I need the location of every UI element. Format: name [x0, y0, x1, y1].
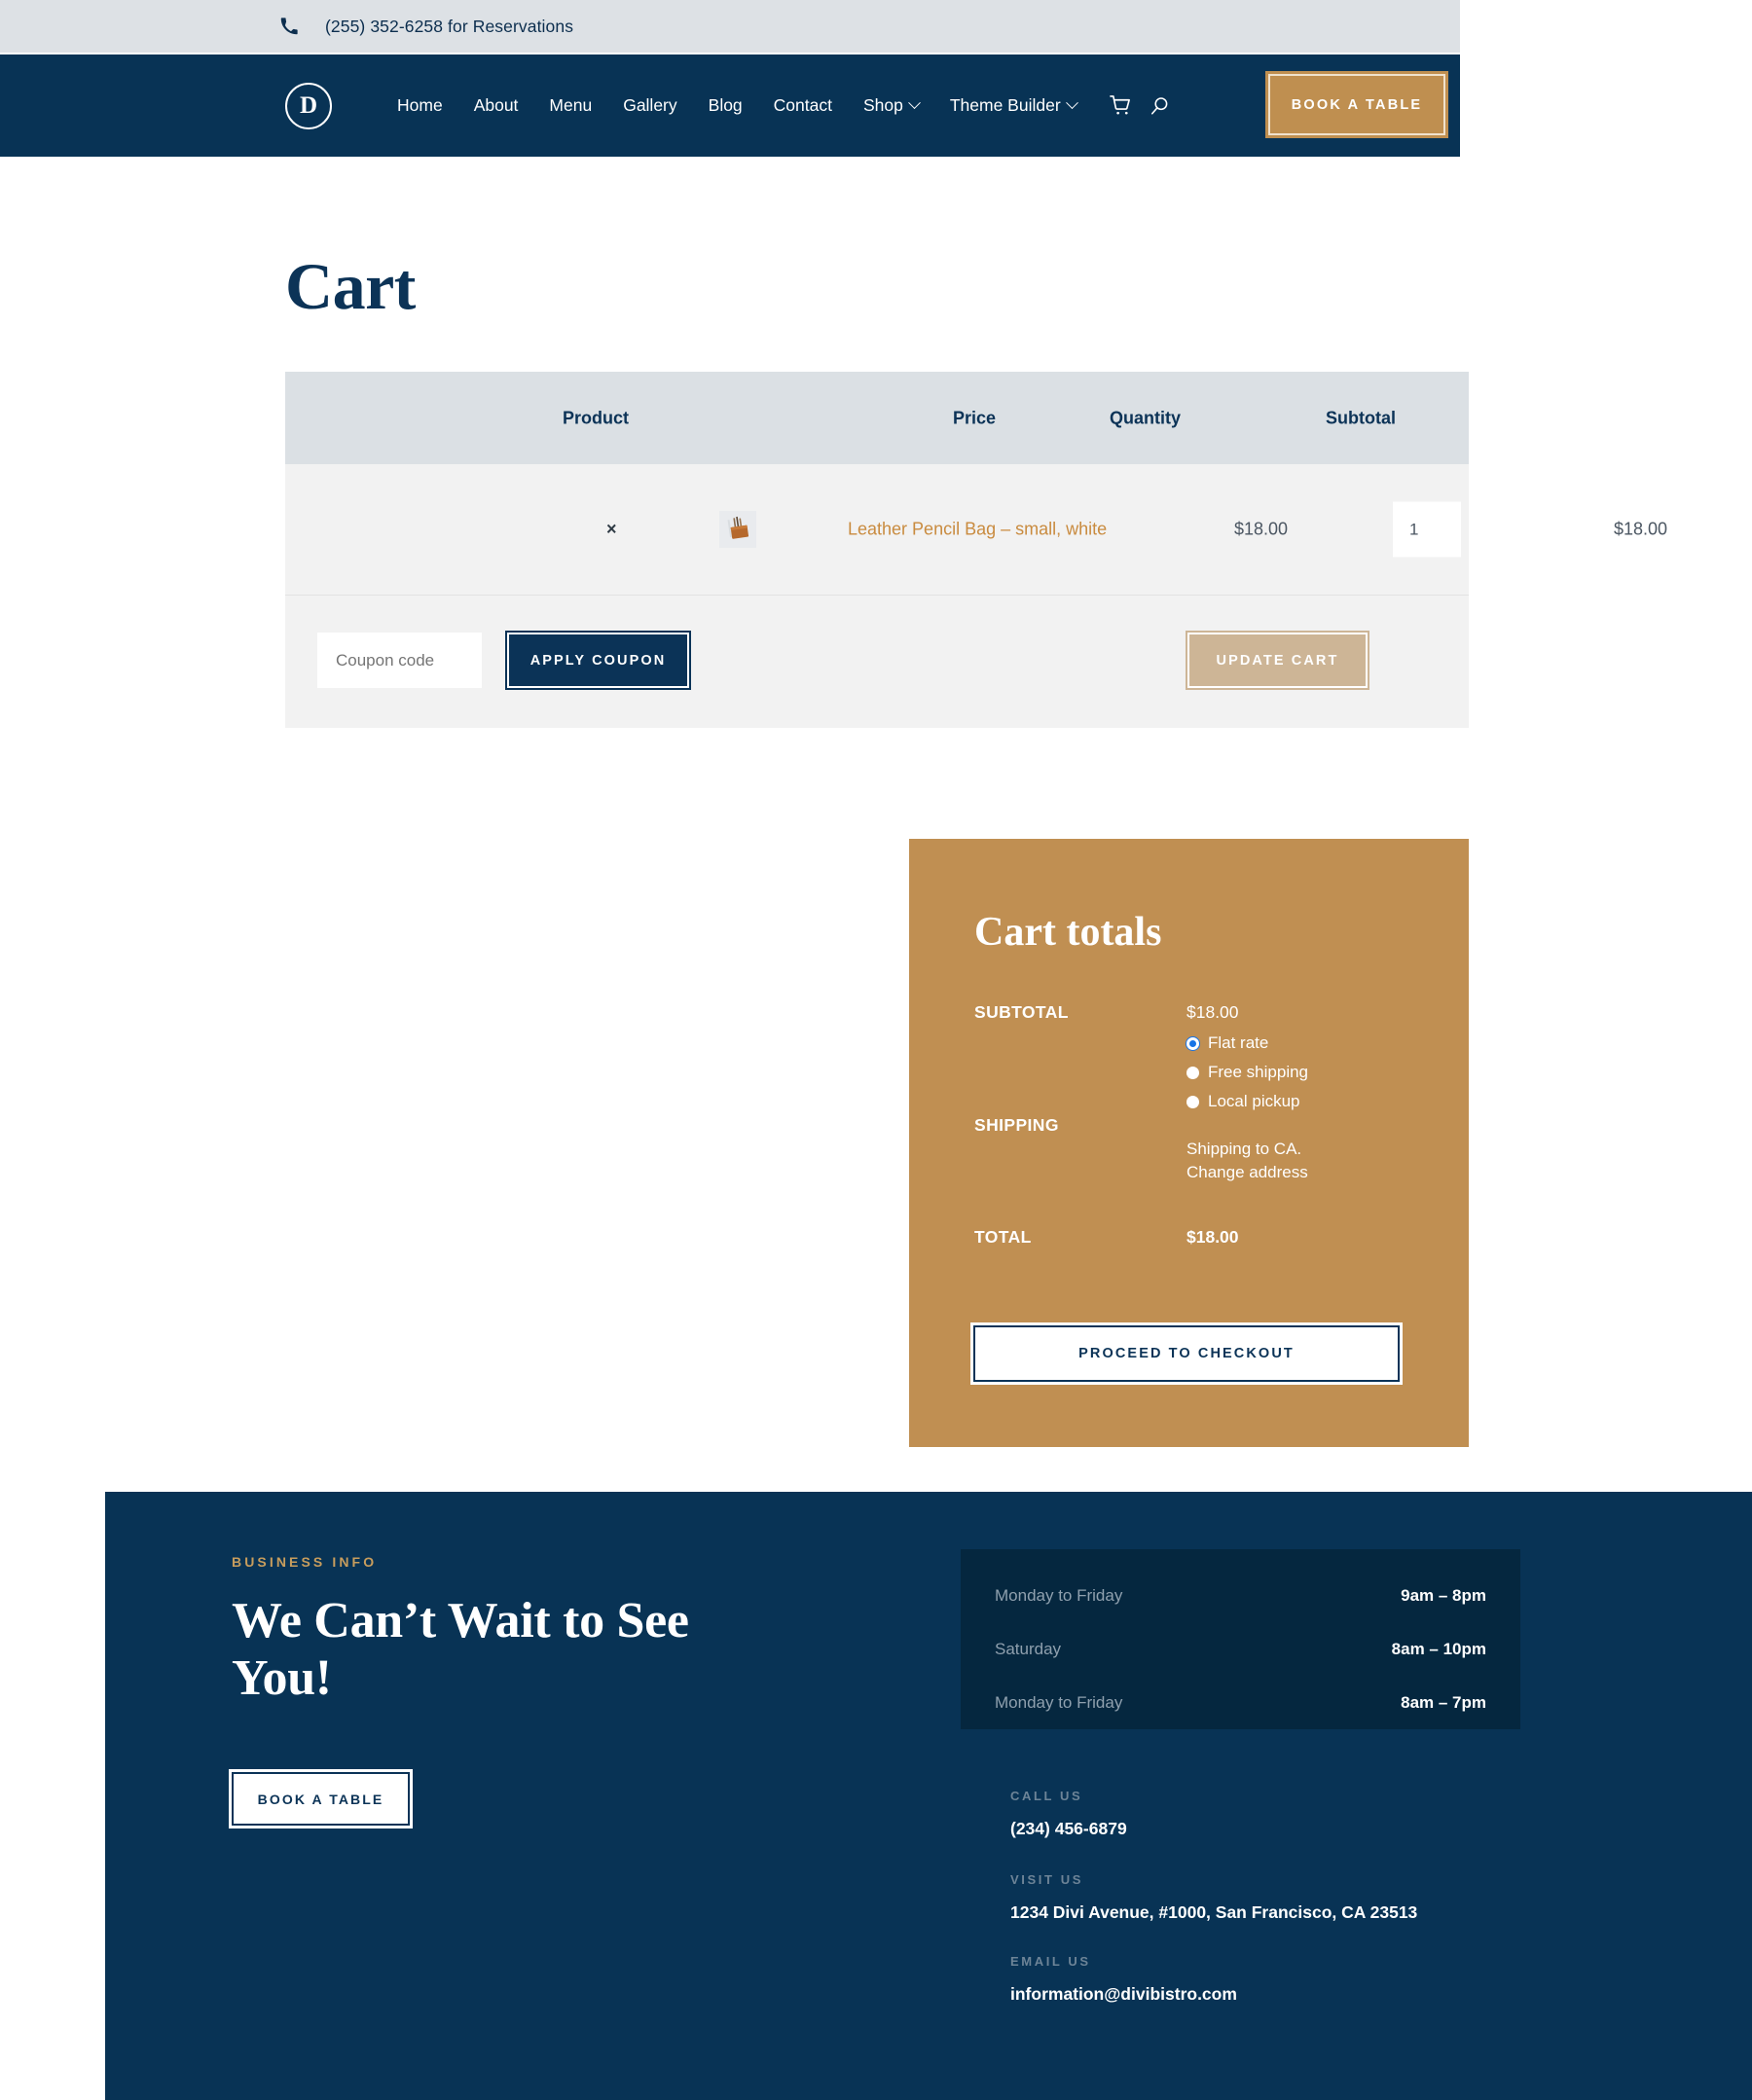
nav-label: Home: [397, 95, 443, 115]
nav-item-theme-builder[interactable]: Theme Builder: [934, 95, 1092, 116]
cart-table-header-row: Product Price Quantity Subtotal: [285, 372, 1469, 464]
contact-block-visit: VISIT US 1234 Divi Avenue, #1000, San Fr…: [1010, 1872, 1417, 1923]
shopping-cart-icon[interactable]: [1109, 94, 1132, 117]
chevron-down-icon: [907, 96, 921, 110]
cart-actions-row: APPLY COUPON UPDATE CART: [285, 596, 1469, 728]
column-header-quantity: Quantity: [1110, 408, 1182, 427]
nav-item-about[interactable]: About: [458, 95, 534, 116]
quantity-input[interactable]: [1393, 501, 1461, 558]
hours-row: Monday to Friday 8am – 7pm: [995, 1693, 1486, 1713]
subtotal-value: $18.00: [1186, 1002, 1239, 1022]
table-row: × Leather Pencil Bag – small, white $18.…: [285, 464, 1667, 596]
nav-item-contact[interactable]: Contact: [758, 95, 848, 116]
hours-day: Monday to Friday: [995, 1586, 1123, 1605]
main-navigation-bar: D Home About Menu Gallery Blog Contact S…: [0, 54, 1460, 157]
nav-label: About: [473, 95, 519, 115]
nav-item-menu[interactable]: Menu: [533, 95, 607, 116]
coupon-code-input[interactable]: [317, 633, 482, 688]
email-us-label: EMAIL US: [1010, 1954, 1091, 1969]
hours-time: 8am – 7pm: [1401, 1693, 1486, 1712]
hours-day: Monday to Friday: [995, 1693, 1123, 1712]
shipping-label: SHIPPING: [974, 1115, 1059, 1135]
chevron-down-icon: [1065, 96, 1078, 110]
update-cart-button[interactable]: UPDATE CART: [1187, 633, 1368, 688]
hours-row: Saturday 8am – 10pm: [995, 1640, 1486, 1659]
nav-label: Shop: [862, 95, 903, 115]
nav-item-shop[interactable]: Shop: [848, 95, 934, 116]
nav-label: Blog: [708, 95, 743, 115]
radio-button[interactable]: [1186, 1066, 1199, 1079]
nav-label: Contact: [773, 95, 832, 115]
cart-totals-panel: Cart totals SUBTOTAL $18.00 SHIPPING Fla…: [909, 839, 1469, 1447]
hours-day: Saturday: [995, 1640, 1062, 1658]
shipping-option-free-shipping[interactable]: Free shipping: [1186, 1063, 1308, 1082]
primary-nav: Home About Menu Gallery Blog Contact Sho…: [382, 94, 1171, 117]
visit-us-label: VISIT US: [1010, 1872, 1083, 1887]
site-logo[interactable]: D: [285, 82, 332, 129]
hours-time: 9am – 8pm: [1401, 1586, 1486, 1605]
top-bar: (255) 352-6258 for Reservations: [0, 0, 1460, 53]
product-thumbnail-image[interactable]: [719, 511, 756, 548]
change-address-link[interactable]: Change address: [1186, 1161, 1308, 1184]
radio-button[interactable]: [1186, 1095, 1199, 1108]
proceed-to-checkout-button[interactable]: PROCEED TO CHECKOUT: [973, 1325, 1400, 1382]
shipping-option-label: Flat rate: [1208, 1033, 1269, 1052]
nav-item-gallery[interactable]: Gallery: [607, 95, 692, 116]
total-value: $18.00: [1186, 1227, 1239, 1247]
shipping-option-flat-rate[interactable]: Flat rate: [1186, 1033, 1308, 1053]
shipping-option-label: Free shipping: [1208, 1063, 1309, 1081]
nav-item-home[interactable]: Home: [382, 95, 458, 116]
call-us-label: CALL US: [1010, 1789, 1083, 1803]
column-header-price: Price: [953, 408, 997, 427]
shipping-destination-note: Shipping to CA. Change address: [1186, 1138, 1308, 1184]
subtotal-label: SUBTOTAL: [974, 1002, 1069, 1022]
reservations-phone-text: (255) 352-6258 for Reservations: [325, 16, 574, 36]
column-header-subtotal: Subtotal: [1326, 408, 1396, 427]
search-icon[interactable]: [1150, 95, 1171, 117]
hours-row: Monday to Friday 9am – 8pm: [995, 1586, 1486, 1606]
book-a-table-button-footer[interactable]: BOOK A TABLE: [232, 1772, 410, 1826]
nav-label: Gallery: [623, 95, 677, 115]
product-price: $18.00: [1234, 519, 1289, 539]
cart-totals-title: Cart totals: [974, 910, 1162, 955]
contact-block-email: EMAIL US information@divibistro.com: [1010, 1954, 1237, 2005]
total-label: TOTAL: [974, 1227, 1032, 1247]
footer-heading: We Can’t Wait to See You!: [232, 1593, 689, 1707]
hours-time: 8am – 10pm: [1391, 1640, 1486, 1658]
book-a-table-button-header[interactable]: BOOK A TABLE: [1268, 74, 1445, 135]
nav-label: Menu: [549, 95, 593, 115]
contact-block-call: CALL US (234) 456-6879: [1010, 1789, 1127, 1839]
nav-item-blog[interactable]: Blog: [693, 95, 758, 116]
shipping-options-group: Flat rate Free shipping Local pickup: [1186, 1033, 1308, 1111]
nav-label: Theme Builder: [949, 95, 1061, 115]
remove-item-icon[interactable]: ×: [606, 520, 617, 540]
radio-button-selected[interactable]: [1186, 1036, 1199, 1050]
footer-eyebrow-label: BUSINESS INFO: [232, 1554, 378, 1570]
column-header-product: Product: [563, 408, 630, 427]
visit-us-value: 1234 Divi Avenue, #1000, San Francisco, …: [1010, 1902, 1418, 1922]
page-title: Cart: [285, 249, 416, 323]
call-us-value[interactable]: (234) 456-6879: [1010, 1819, 1127, 1839]
cart-table: Product Price Quantity Subtotal × Leathe…: [285, 372, 1667, 728]
business-hours-box: Monday to Friday 9am – 8pm Saturday 8am …: [961, 1549, 1520, 1729]
shipping-option-local-pickup[interactable]: Local pickup: [1186, 1092, 1308, 1111]
top-bar-phone-block: (255) 352-6258 for Reservations: [280, 17, 573, 37]
shipping-option-label: Local pickup: [1208, 1092, 1300, 1110]
email-us-value[interactable]: information@divibistro.com: [1010, 1984, 1237, 2005]
apply-coupon-button[interactable]: APPLY COUPON: [507, 633, 689, 688]
shipping-to-text: Shipping to CA.: [1186, 1140, 1302, 1158]
phone-icon: [280, 18, 298, 35]
product-subtotal: $18.00: [1614, 519, 1668, 539]
product-name-link[interactable]: Leather Pencil Bag – small, white: [848, 520, 1107, 540]
